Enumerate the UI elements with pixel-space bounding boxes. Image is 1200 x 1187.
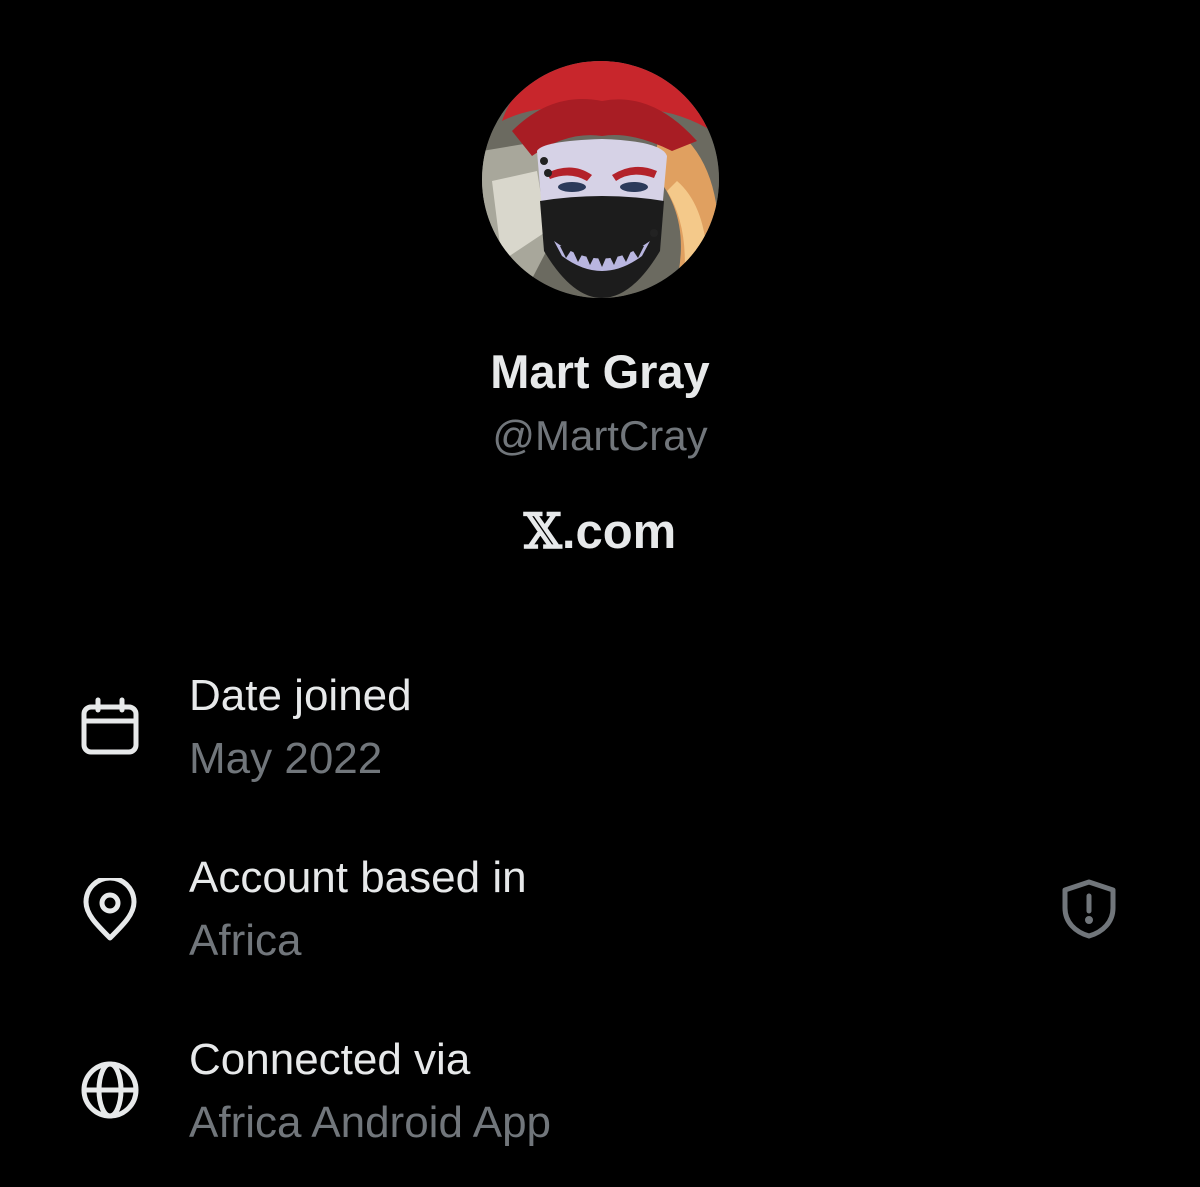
info-row-date-joined: Date joined May 2022 [0,668,1200,808]
account-based-in-value: Africa [189,916,302,965]
avatar-image [482,61,719,298]
calendar-icon [78,696,142,760]
date-joined-label: Date joined [189,671,412,720]
x-logo: 𝕏 [523,502,562,560]
account-based-in-label: Account based in [189,853,527,902]
globe-icon [78,1058,142,1122]
date-joined-value: May 2022 [189,734,383,783]
info-row-connected-via: Connected via Africa Android App [0,1032,1200,1172]
avatar[interactable] [482,61,719,298]
brand-link: 𝕏.com [0,500,1200,563]
shield-alert-icon[interactable] [1058,878,1120,940]
connected-via-value: Africa Android App [189,1098,552,1147]
info-row-account-based-in: Account based in Africa [0,850,1200,990]
display-name: Mart Gray [490,345,710,398]
user-handle: @MartCray [492,412,708,459]
location-pin-icon [78,878,142,942]
connected-via-label: Connected via [189,1035,471,1084]
brand-suffix: .com [561,505,677,559]
